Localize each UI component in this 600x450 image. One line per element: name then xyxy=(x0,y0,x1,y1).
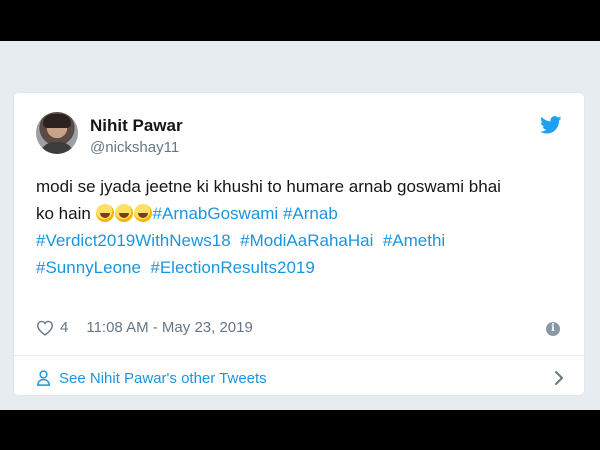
rolling-on-floor-laughing-emoji-icon xyxy=(95,204,114,222)
author-name[interactable]: Nihit Pawar xyxy=(90,116,183,136)
avatar-hair xyxy=(43,114,71,128)
info-icon[interactable]: i xyxy=(546,322,560,336)
like-count[interactable]: 4 xyxy=(60,319,68,336)
rolling-on-floor-laughing-emoji-icon xyxy=(114,204,133,222)
hashtag-link[interactable]: #ElectionResults2019 xyxy=(150,258,314,277)
tweet-text-line: #Verdict2019WithNews18 #ModiAaRahaHai #A… xyxy=(36,227,571,254)
see-other-tweets-link[interactable]: See Nihit Pawar's other Tweets xyxy=(36,363,564,393)
hashtag-link[interactable]: #SunnyLeone xyxy=(36,258,141,277)
tweet-text-line: #SunnyLeone #ElectionResults2019 xyxy=(36,254,571,281)
twitter-bird-icon[interactable] xyxy=(540,116,562,134)
hashtag-link[interactable]: #Amethi xyxy=(383,231,445,250)
chevron-right-icon[interactable] xyxy=(554,370,564,386)
avatar[interactable] xyxy=(36,112,78,154)
author-handle[interactable]: @nickshay11 xyxy=(90,139,179,156)
tweet-text-line: modi se jyada jeetne ki khushi to humare… xyxy=(36,177,501,196)
hashtag-link[interactable]: #Verdict2019WithNews18 xyxy=(36,231,231,250)
tweet-text-fragment: ko hain xyxy=(36,204,96,223)
tweet-text: modi se jyada jeetne ki khushi to humare… xyxy=(36,173,571,281)
tweet-meta: 4 11:08 AM - May 23, 2019 xyxy=(36,319,253,336)
page-background: Nihit Pawar @nickshay11 modi se jyada je… xyxy=(0,41,600,410)
divider xyxy=(14,355,584,356)
hashtag-link[interactable]: #Arnab xyxy=(283,204,338,223)
avatar-shirt xyxy=(40,142,74,154)
hashtag-link[interactable]: #ArnabGoswami xyxy=(153,204,279,223)
heart-icon[interactable] xyxy=(36,320,54,336)
tweet-text-line: ko hain #ArnabGoswami #Arnab xyxy=(36,200,571,227)
embedded-tweet-card[interactable]: Nihit Pawar @nickshay11 modi se jyada je… xyxy=(13,92,585,396)
rolling-on-floor-laughing-emoji-icon xyxy=(133,204,152,222)
person-icon xyxy=(37,370,50,386)
hashtag-link[interactable]: #ModiAaRahaHai xyxy=(240,231,373,250)
tweet-timestamp[interactable]: 11:08 AM - May 23, 2019 xyxy=(86,319,253,336)
see-other-tweets-label[interactable]: See Nihit Pawar's other Tweets xyxy=(59,370,267,387)
